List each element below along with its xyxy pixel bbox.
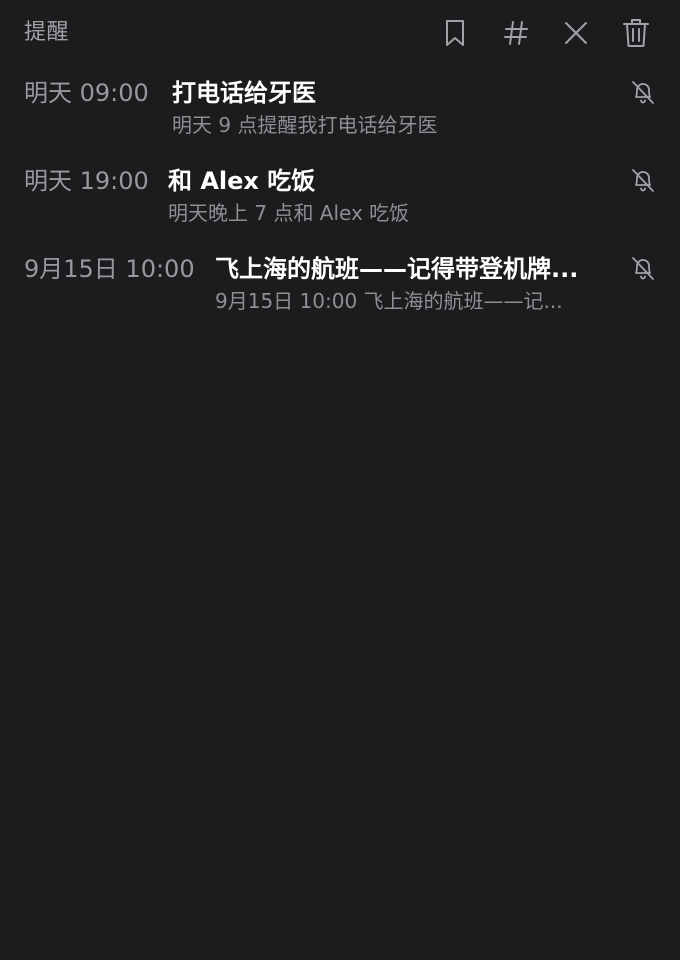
reminder-body: 和 Alex 吃饭 明天晚上 7 点和 Alex 吃饭 [168, 165, 584, 227]
reminder-time: 9月15日 10:00 [24, 255, 195, 283]
tag-button[interactable] [498, 15, 534, 51]
close-icon [563, 20, 589, 46]
reminders-panel: 提醒 明天 09:00 打电话给牙医 明天 9 点提醒我打电话给牙医 明天 19… [0, 0, 680, 960]
reminder-list: 明天 09:00 打电话给牙医 明天 9 点提醒我打电话给牙医 明天 19:00… [0, 66, 680, 330]
bell-off-icon [631, 80, 655, 110]
mute-button[interactable] [628, 256, 658, 286]
reminder-item[interactable]: 明天 19:00 和 Alex 吃饭 明天晚上 7 点和 Alex 吃饭 [0, 154, 680, 242]
page-title: 提醒 [24, 20, 70, 45]
reminder-title: 和 Alex 吃饭 [168, 167, 316, 195]
bell-off-icon [631, 256, 655, 286]
reminder-title: 飞上海的航班——记得带登机牌... [215, 255, 579, 283]
bell-off-icon [631, 168, 655, 198]
reminder-subtitle: 明天晚上 7 点和 Alex 吃饭 [168, 201, 410, 225]
mute-button[interactable] [628, 80, 658, 110]
reminder-item[interactable]: 明天 09:00 打电话给牙医 明天 9 点提醒我打电话给牙医 [0, 66, 680, 154]
close-button[interactable] [558, 15, 594, 51]
hashtag-icon [503, 19, 529, 47]
header: 提醒 [0, 0, 680, 66]
mute-button[interactable] [628, 168, 658, 198]
reminder-item[interactable]: 9月15日 10:00 飞上海的航班——记得带登机牌... 9月15日 10:0… [0, 242, 680, 330]
reminder-title: 打电话给牙医 [172, 79, 316, 107]
delete-button[interactable] [618, 15, 654, 51]
reminder-body: 飞上海的航班——记得带登机牌... 9月15日 10:00 飞上海的航班——记.… [215, 253, 584, 315]
trash-icon [623, 18, 649, 48]
reminder-body: 打电话给牙医 明天 9 点提醒我打电话给牙医 [172, 77, 584, 139]
bookmark-icon [444, 19, 466, 47]
reminder-time: 明天 09:00 [24, 79, 149, 107]
bookmark-button[interactable] [437, 15, 473, 51]
reminder-subtitle: 明天 9 点提醒我打电话给牙医 [172, 113, 438, 137]
reminder-subtitle: 9月15日 10:00 飞上海的航班——记... [215, 289, 563, 313]
reminder-time: 明天 19:00 [24, 167, 149, 195]
